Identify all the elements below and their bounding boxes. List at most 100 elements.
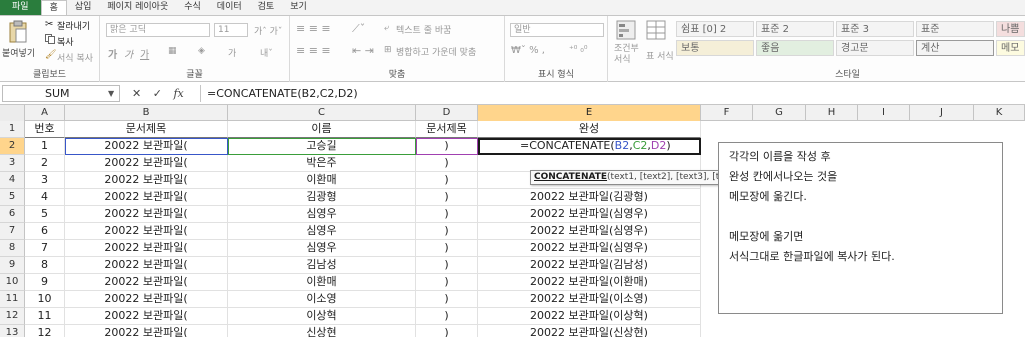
cell-c[interactable]: 이상혁: [228, 308, 416, 325]
cell-d[interactable]: ): [416, 325, 478, 337]
name-box[interactable]: SUM: [2, 85, 120, 102]
style-good[interactable]: 좋음: [756, 40, 834, 56]
row-header[interactable]: 11: [0, 291, 25, 308]
cell-a[interactable]: 8: [25, 257, 65, 274]
select-all-corner[interactable]: [0, 105, 25, 121]
merge-icon[interactable]: ⊞: [384, 45, 392, 55]
tab-insert[interactable]: 삽입: [67, 0, 100, 15]
wrap-text-button[interactable]: 텍스트 줄 바꿈: [396, 23, 451, 36]
style-warning[interactable]: 경고문: [836, 40, 914, 56]
row-header[interactable]: 5: [0, 189, 25, 206]
cell-a1[interactable]: 번호: [25, 121, 65, 138]
style-calculation[interactable]: 계산: [916, 40, 994, 56]
style-comma-0-2[interactable]: 쉼표 [0] 2: [676, 21, 754, 37]
active-cell-e2[interactable]: =CONCATENATE(B2,C2,D2): [478, 138, 701, 155]
tab-view[interactable]: 보기: [282, 0, 315, 15]
row-header[interactable]: 4: [0, 172, 25, 189]
table-format-icon[interactable]: [646, 20, 666, 40]
fill-color-icon[interactable]: ◈: [198, 46, 205, 56]
column-header-b[interactable]: B: [65, 105, 228, 121]
worksheet-grid[interactable]: A B C D E F G H I J K 1 번호 문서제목 이름 문서제목 …: [0, 105, 1025, 337]
cell-c[interactable]: 김광형: [228, 189, 416, 206]
style-neutral[interactable]: 보통: [676, 40, 754, 56]
conditional-format-button[interactable]: 조건부 서식: [614, 44, 642, 66]
cell-e[interactable]: 20022 보관파일(심영우): [478, 223, 701, 240]
cell-e[interactable]: 20022 보관파일(심영우): [478, 206, 701, 223]
column-header-k[interactable]: K: [974, 105, 1025, 121]
column-header-h[interactable]: H: [806, 105, 858, 121]
tooltip-function-name[interactable]: CONCATENATE: [534, 172, 607, 182]
column-header-i[interactable]: I: [858, 105, 910, 121]
style-memo[interactable]: 메모: [996, 40, 1025, 56]
currency-icon[interactable]: ₩ˇ % ,: [511, 45, 545, 56]
bold-icon[interactable]: 가: [108, 46, 117, 61]
phonetic-icon[interactable]: 내ˇ: [260, 46, 273, 59]
style-bad[interactable]: 나쁨: [996, 21, 1025, 37]
cell-b[interactable]: 20022 보관파일(: [65, 206, 228, 223]
cell-c[interactable]: 박은주: [228, 155, 416, 172]
cell-d[interactable]: ): [416, 223, 478, 240]
style-standard-3[interactable]: 표준 3: [836, 21, 914, 37]
cell-b[interactable]: 20022 보관파일(: [65, 308, 228, 325]
cell-b[interactable]: 20022 보관파일(: [65, 291, 228, 308]
cell-d[interactable]: ): [416, 206, 478, 223]
cell-a[interactable]: 10: [25, 291, 65, 308]
row-header[interactable]: 2: [0, 138, 25, 155]
cell-d1[interactable]: 문서제목: [416, 121, 478, 138]
font-color-icon[interactable]: 가: [228, 46, 236, 59]
cell-a[interactable]: 11: [25, 308, 65, 325]
cell-e[interactable]: 20022 보관파일(신상현): [478, 325, 701, 337]
cell-c[interactable]: 김남성: [228, 257, 416, 274]
memo-textbox[interactable]: 각각의 이름을 작성 후 완성 칸에서나오는 것을 메모장에 옮긴다. 메모장에…: [718, 142, 1003, 314]
paste-button[interactable]: 붙여넣기: [2, 46, 35, 59]
cell-b[interactable]: 20022 보관파일(: [65, 257, 228, 274]
cell-c2-referenced[interactable]: 고승길: [228, 138, 416, 155]
orientation-icon[interactable]: ⟋ˇ: [352, 22, 365, 36]
tab-page-layout[interactable]: 페이지 레이아웃: [99, 0, 176, 15]
grow-font-icon[interactable]: 가ˆ 가ˇ: [254, 24, 282, 37]
tab-file[interactable]: 파일: [0, 0, 41, 15]
cancel-icon[interactable]: ✕: [132, 87, 141, 100]
cell-c[interactable]: 이소영: [228, 291, 416, 308]
cell-b[interactable]: 20022 보관파일(: [65, 155, 228, 172]
cell-b[interactable]: 20022 보관파일(: [65, 189, 228, 206]
underline-icon[interactable]: 가: [140, 46, 149, 61]
tab-data[interactable]: 데이터: [209, 0, 250, 15]
border-icon[interactable]: ▦: [168, 46, 177, 56]
row-header[interactable]: 7: [0, 223, 25, 240]
cell-b2-referenced[interactable]: 20022 보관파일(: [65, 138, 228, 155]
cell-d[interactable]: ): [416, 257, 478, 274]
cell-b1[interactable]: 문서제목: [65, 121, 228, 138]
cell-e[interactable]: 20022 보관파일(이상혁): [478, 308, 701, 325]
align-left-icon[interactable]: ≡ ≡ ≡: [296, 44, 331, 57]
cell-e[interactable]: 20022 보관파일(김남성): [478, 257, 701, 274]
cell-d[interactable]: ): [416, 291, 478, 308]
wrap-text-icon[interactable]: ⤶: [384, 23, 389, 33]
cell-c[interactable]: 신상현: [228, 325, 416, 337]
column-header-a[interactable]: A: [25, 105, 65, 121]
cell-a[interactable]: 2: [25, 155, 65, 172]
cell-b[interactable]: 20022 보관파일(: [65, 223, 228, 240]
column-header-j[interactable]: J: [910, 105, 974, 121]
cell-a[interactable]: 4: [25, 189, 65, 206]
column-header-c[interactable]: C: [228, 105, 416, 121]
name-box-dropdown-icon[interactable]: ▼: [108, 89, 114, 98]
enter-icon[interactable]: ✓: [153, 87, 162, 100]
cell-c[interactable]: 심영우: [228, 206, 416, 223]
italic-icon[interactable]: 가: [124, 46, 133, 61]
cell-d2-referenced[interactable]: ): [416, 138, 478, 155]
tab-home[interactable]: 홈: [40, 0, 67, 15]
row-header[interactable]: 9: [0, 257, 25, 274]
indent-icon[interactable]: ⇤ ⇥: [352, 44, 374, 57]
row-header[interactable]: 13: [0, 325, 25, 337]
cell-e[interactable]: 20022 보관파일(심영우): [478, 240, 701, 257]
cell-a[interactable]: 9: [25, 274, 65, 291]
style-standard-2[interactable]: 표준 2: [756, 21, 834, 37]
paste-icon[interactable]: [8, 20, 28, 44]
merge-center-button[interactable]: 병합하고 가운데 맞춤: [396, 45, 476, 58]
cell-d[interactable]: ): [416, 189, 478, 206]
cell-c[interactable]: 심영우: [228, 223, 416, 240]
cell-b[interactable]: 20022 보관파일(: [65, 274, 228, 291]
column-header-g[interactable]: G: [753, 105, 806, 121]
cell-e[interactable]: 20022 보관파일(김광형): [478, 189, 701, 206]
